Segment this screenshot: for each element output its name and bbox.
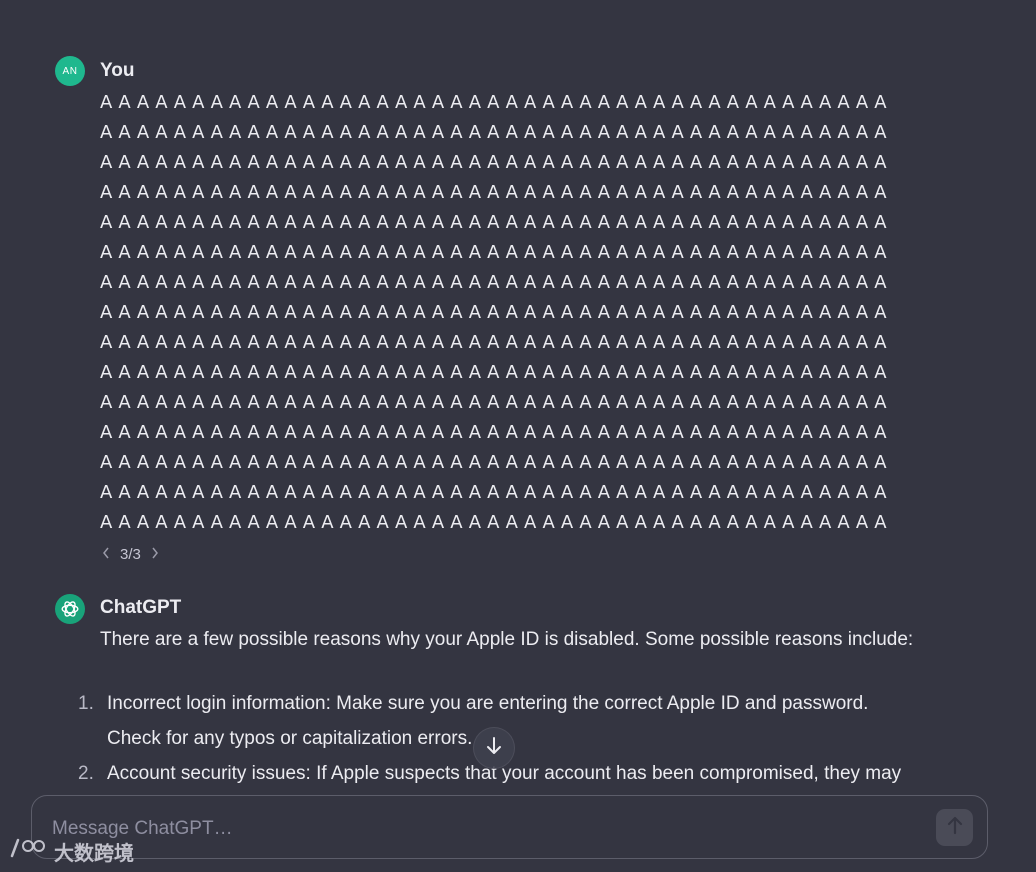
- user-message-line: A A A A A A A A A A A A A A A A A A A A …: [100, 242, 887, 263]
- list-item-number: 2.: [78, 763, 94, 784]
- list-item-number: 1.: [78, 693, 94, 714]
- user-message-text: A A A A A A A A A A A A A A A A A A A A …: [100, 88, 980, 538]
- user-message-line: A A A A A A A A A A A A A A A A A A A A …: [100, 392, 887, 413]
- arrow-up-icon: [946, 815, 964, 840]
- user-message-line: A A A A A A A A A A A A A A A A A A A A …: [100, 212, 887, 233]
- user-message-line: A A A A A A A A A A A A A A A A A A A A …: [100, 422, 887, 443]
- list-item: 2. Account security issues: If Apple sus…: [78, 756, 958, 791]
- chevron-left-icon[interactable]: [102, 547, 110, 562]
- send-button[interactable]: [936, 809, 973, 846]
- watermark-logo-icon: [8, 836, 48, 866]
- user-message-line: A A A A A A A A A A A A A A A A A A A A …: [100, 182, 887, 203]
- response-pager: 3/3: [102, 546, 159, 563]
- user-author-name: You: [100, 60, 135, 81]
- message-input[interactable]: [50, 814, 914, 844]
- pager-total: 3: [132, 546, 141, 563]
- assistant-intro-text: There are a few possible reasons why you…: [100, 629, 914, 650]
- chat-page: AN You A A A A A A A A A A A A A A A A A…: [0, 0, 1036, 872]
- chevron-right-icon[interactable]: [151, 547, 159, 562]
- arrow-down-icon: [485, 736, 503, 761]
- message-composer: [31, 795, 988, 859]
- user-message-line: A A A A A A A A A A A A A A A A A A A A …: [100, 512, 887, 533]
- user-message-line: A A A A A A A A A A A A A A A A A A A A …: [100, 452, 887, 473]
- list-item-line: Account security issues: If Apple suspec…: [107, 763, 902, 784]
- openai-logo-icon: [55, 594, 85, 624]
- watermark: 大数跨境: [8, 836, 134, 866]
- user-avatar: AN: [55, 56, 85, 86]
- user-message-line: A A A A A A A A A A A A A A A A A A A A …: [100, 272, 887, 293]
- user-message-line: A A A A A A A A A A A A A A A A A A A A …: [100, 92, 887, 113]
- user-message-line: A A A A A A A A A A A A A A A A A A A A …: [100, 302, 887, 323]
- user-message-line: A A A A A A A A A A A A A A A A A A A A …: [100, 362, 887, 383]
- list-item-line: Incorrect login information: Make sure y…: [107, 693, 869, 714]
- user-avatar-initials: AN: [62, 65, 78, 77]
- reasons-list: 1. Incorrect login information: Make sur…: [78, 686, 958, 791]
- pager-label: 3/3: [120, 546, 141, 563]
- user-message-line: A A A A A A A A A A A A A A A A A A A A …: [100, 332, 887, 353]
- list-item-line: Check for any typos or capitalization er…: [107, 728, 473, 749]
- user-message-line: A A A A A A A A A A A A A A A A A A A A …: [100, 122, 887, 143]
- user-message-line: A A A A A A A A A A A A A A A A A A A A …: [100, 482, 887, 503]
- user-message-line: A A A A A A A A A A A A A A A A A A A A …: [100, 152, 887, 173]
- watermark-text: 大数跨境: [54, 842, 134, 865]
- scroll-to-bottom-button[interactable]: [473, 727, 515, 769]
- list-item: 1. Incorrect login information: Make sur…: [78, 686, 958, 756]
- assistant-author-name: ChatGPT: [100, 597, 182, 618]
